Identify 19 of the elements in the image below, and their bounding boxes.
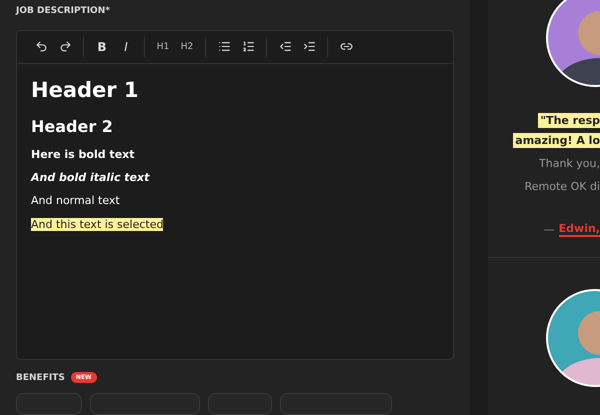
text-editor[interactable]: B I H1 H2 Header 1 Header 2 Here is bold text And bold italic text And normal text And this text is selected: [16, 30, 454, 360]
paragraph-text: And bold italic text: [31, 171, 150, 184]
quote-text: Remote OK di: [524, 179, 600, 194]
paragraph-text: Here is bold text: [31, 148, 135, 162]
field-label: JOB DESCRIPTION*: [16, 6, 111, 18]
author-link[interactable]: Edwin,: [558, 222, 600, 237]
quote-text: "The resp: [538, 113, 600, 128]
heading-button[interactable]: H2: [177, 36, 197, 57]
paragraph-text: And this text is selected: [31, 218, 164, 231]
italic-button[interactable]: I: [116, 36, 136, 57]
paragraph-text: And normal text: [31, 194, 120, 208]
heading-text: Header 2: [31, 116, 113, 136]
heading-button[interactable]: H1: [153, 36, 173, 57]
dash-text: —: [544, 223, 555, 236]
heading-text: Header 1: [31, 78, 139, 103]
quote-text: amazing! A lo: [513, 133, 600, 148]
section-label: BENEFITS: [16, 372, 65, 382]
bold-button[interactable]: B: [92, 36, 112, 57]
quote-text: Thank you,: [538, 156, 600, 171]
